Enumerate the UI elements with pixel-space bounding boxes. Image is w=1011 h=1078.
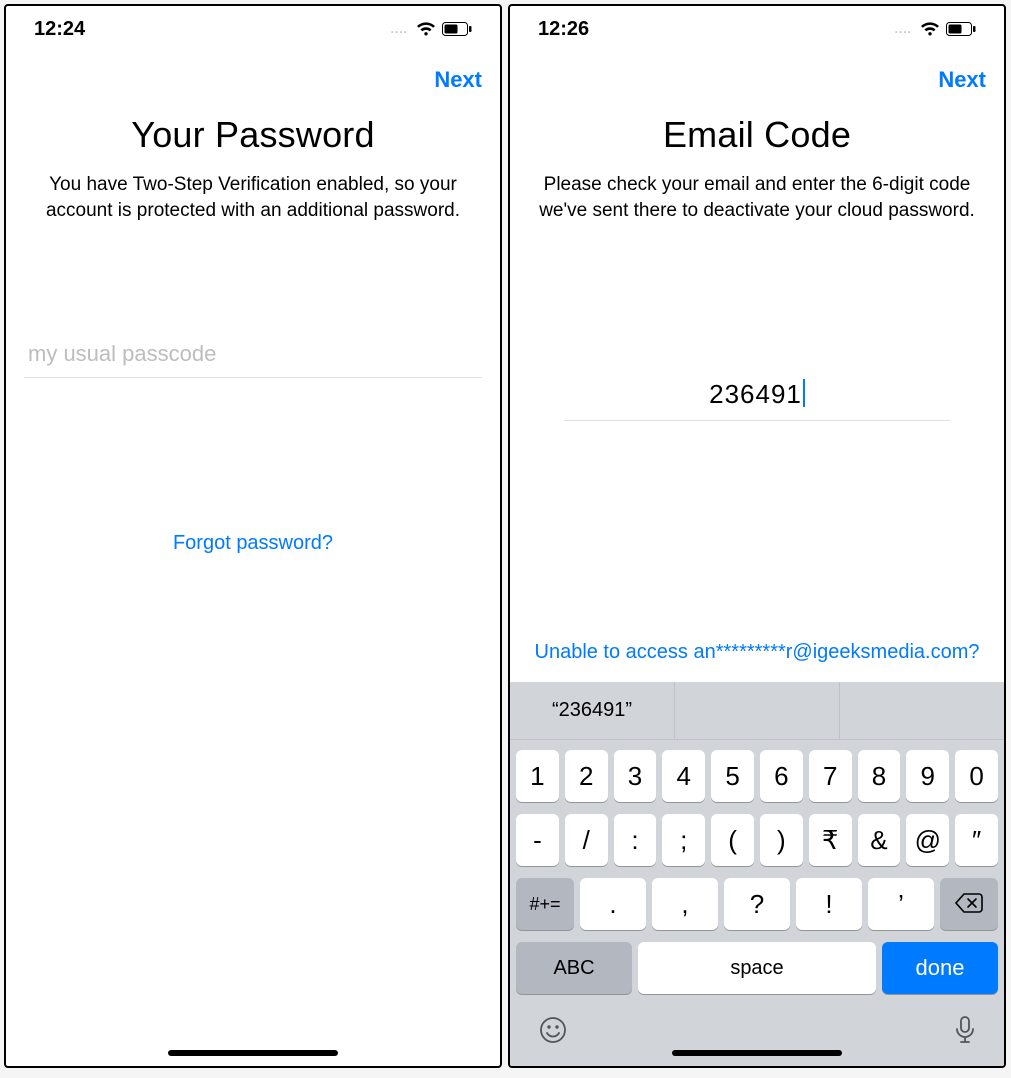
key-apostrophe[interactable]: ’ bbox=[868, 878, 934, 930]
key-abc-toggle[interactable]: ABC bbox=[516, 942, 632, 994]
emoji-icon bbox=[538, 1020, 568, 1051]
phone-screen-email-code: 12:26 .... Next Email Code Please check … bbox=[508, 4, 1006, 1068]
key-9[interactable]: 9 bbox=[906, 750, 949, 802]
microphone-icon bbox=[954, 1020, 976, 1051]
key-semicolon[interactable]: ; bbox=[662, 814, 705, 866]
cellular-dots: .... bbox=[391, 22, 408, 36]
backspace-icon bbox=[955, 889, 983, 920]
wifi-icon bbox=[920, 21, 940, 37]
nav-bar: Next bbox=[510, 52, 1004, 108]
dictation-button[interactable] bbox=[954, 1015, 976, 1052]
key-8[interactable]: 8 bbox=[858, 750, 901, 802]
keyboard-row-4: ABC space done bbox=[516, 942, 998, 994]
status-bar: 12:26 .... bbox=[510, 6, 1004, 52]
key-paren-close[interactable]: ) bbox=[760, 814, 803, 866]
key-1[interactable]: 1 bbox=[516, 750, 559, 802]
keyboard-footer bbox=[510, 1015, 1004, 1052]
key-question[interactable]: ? bbox=[724, 878, 790, 930]
key-backspace[interactable] bbox=[940, 878, 998, 930]
password-input[interactable] bbox=[28, 341, 478, 367]
page-title: Your Password bbox=[131, 114, 374, 156]
code-value: 236491 bbox=[709, 379, 802, 410]
keyboard-rows: 1 2 3 4 5 6 7 8 9 0 - / : ; ( ) ₹ & @ bbox=[510, 740, 1004, 994]
status-right: .... bbox=[391, 21, 472, 37]
emoji-button[interactable] bbox=[538, 1015, 568, 1052]
phone-screen-password: 12:24 .... Next Your Password You have T… bbox=[4, 4, 502, 1068]
battery-icon bbox=[946, 22, 976, 36]
key-dash[interactable]: - bbox=[516, 814, 559, 866]
key-2[interactable]: 2 bbox=[565, 750, 608, 802]
password-input-row bbox=[24, 341, 482, 378]
wifi-icon bbox=[416, 21, 436, 37]
page-title: Email Code bbox=[663, 114, 851, 156]
key-comma[interactable]: , bbox=[652, 878, 718, 930]
suggestion-item-empty[interactable] bbox=[675, 682, 840, 739]
forgot-password-link[interactable]: Forgot password? bbox=[173, 532, 333, 555]
battery-icon bbox=[442, 22, 472, 36]
status-time: 12:24 bbox=[34, 18, 85, 41]
next-button[interactable]: Next bbox=[434, 67, 482, 93]
key-3[interactable]: 3 bbox=[614, 750, 657, 802]
key-space[interactable]: space bbox=[638, 942, 876, 994]
home-indicator[interactable] bbox=[168, 1050, 338, 1056]
key-exclaim[interactable]: ! bbox=[796, 878, 862, 930]
keyboard-row-1: 1 2 3 4 5 6 7 8 9 0 bbox=[516, 750, 998, 802]
key-4[interactable]: 4 bbox=[662, 750, 705, 802]
key-paren-open[interactable]: ( bbox=[711, 814, 754, 866]
suggestion-bar: “236491” bbox=[510, 682, 1004, 740]
suggestion-item[interactable]: “236491” bbox=[510, 682, 675, 739]
key-period[interactable]: . bbox=[580, 878, 646, 930]
page-description: Please check your email and enter the 6-… bbox=[522, 172, 992, 223]
key-6[interactable]: 6 bbox=[760, 750, 803, 802]
code-input[interactable]: 236491 bbox=[564, 379, 949, 421]
key-at[interactable]: @ bbox=[906, 814, 949, 866]
content-area: Your Password You have Two-Step Verifica… bbox=[6, 108, 500, 1066]
key-colon[interactable]: : bbox=[614, 814, 657, 866]
key-0[interactable]: 0 bbox=[955, 750, 998, 802]
unable-access-link[interactable]: Unable to access an*********r@igeeksmedi… bbox=[522, 641, 992, 664]
page-description: You have Two-Step Verification enabled, … bbox=[24, 172, 482, 223]
next-button[interactable]: Next bbox=[938, 67, 986, 93]
key-slash[interactable]: / bbox=[565, 814, 608, 866]
content-area: Email Code Please check your email and e… bbox=[510, 108, 1004, 682]
status-time: 12:26 bbox=[538, 18, 589, 41]
key-ampersand[interactable]: & bbox=[858, 814, 901, 866]
nav-bar: Next bbox=[6, 52, 500, 108]
key-symbols-toggle[interactable]: #+= bbox=[516, 878, 574, 930]
text-caret bbox=[803, 379, 805, 407]
status-bar: 12:24 .... bbox=[6, 6, 500, 52]
suggestion-item-empty[interactable] bbox=[840, 682, 1004, 739]
home-indicator[interactable] bbox=[672, 1050, 842, 1056]
key-done[interactable]: done bbox=[882, 942, 998, 994]
keyboard-row-3: #+= . , ? ! ’ bbox=[516, 878, 998, 930]
key-rupee[interactable]: ₹ bbox=[809, 814, 852, 866]
status-right: .... bbox=[895, 21, 976, 37]
keyboard: “236491” 1 2 3 4 5 6 7 8 9 0 - / : ; bbox=[510, 682, 1004, 1066]
keyboard-row-2: - / : ; ( ) ₹ & @ ″ bbox=[516, 814, 998, 866]
key-5[interactable]: 5 bbox=[711, 750, 754, 802]
key-doubleprime[interactable]: ″ bbox=[955, 814, 998, 866]
key-7[interactable]: 7 bbox=[809, 750, 852, 802]
cellular-dots: .... bbox=[895, 22, 912, 36]
